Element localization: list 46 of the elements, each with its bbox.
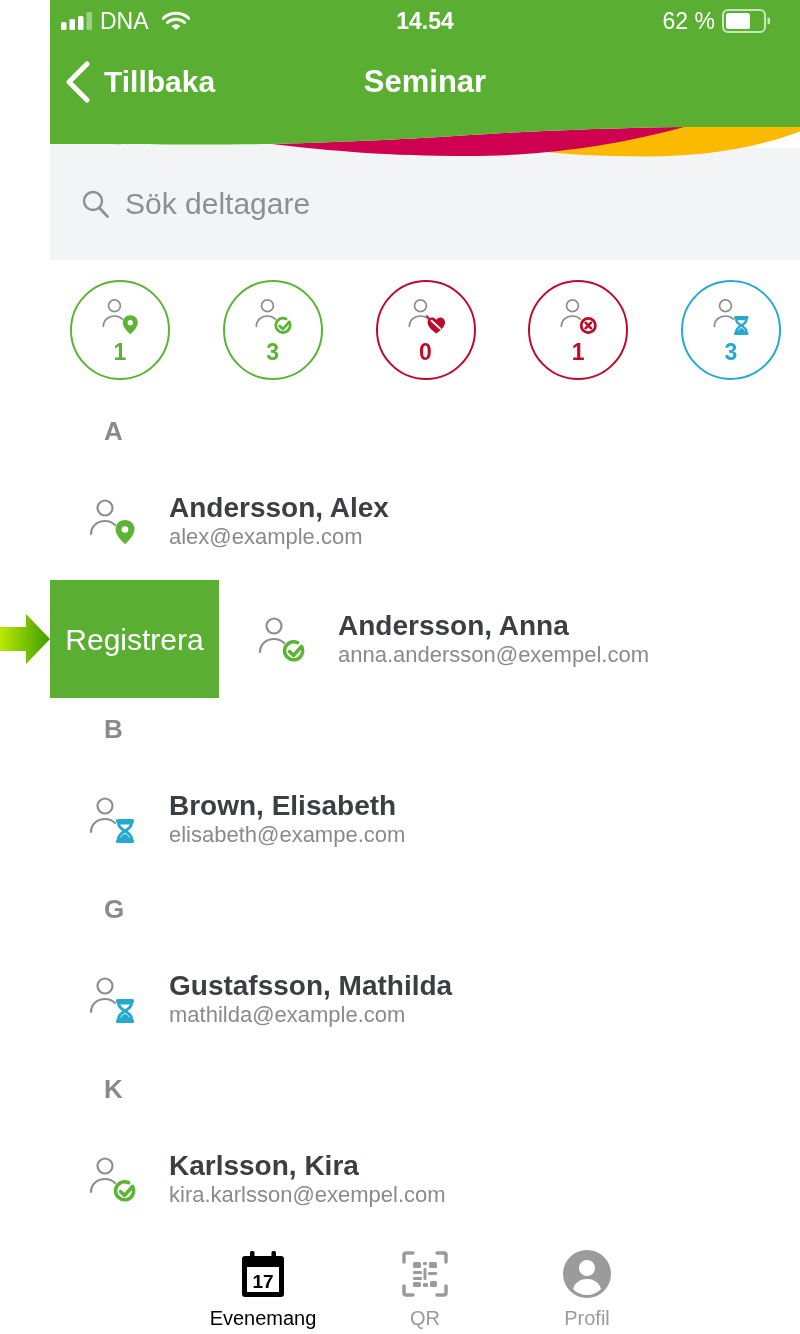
carrier-label: DNA [100, 9, 149, 33]
participant-row[interactable]: Gustafsson, Mathilda mathilda@example.com [50, 940, 800, 1058]
participant-row[interactable]: Registrera Andersson, Anna anna.andersson@exempel.com [50, 580, 800, 698]
person-check-icon [88, 1155, 136, 1203]
filter-button[interactable]: 1 [528, 280, 629, 380]
participant-row[interactable]: Karlsson, Kira kira.karlsson@exempel.com [50, 1120, 800, 1238]
section-letter: K [104, 1074, 123, 1104]
participant-email: elisabeth@exampe.com [169, 821, 406, 849]
participant-row[interactable]: Brown, Elisabeth elisabeth@exampe.com [50, 760, 800, 878]
person-slash-icon [406, 296, 445, 335]
participant-email: mathilda@example.com [169, 1001, 406, 1029]
participant-name: Gustafsson, Mathilda [169, 969, 453, 1002]
participant-name: Andersson, Anna [338, 609, 569, 642]
time-label: 14.54 [396, 9, 454, 33]
person-pin-icon [101, 296, 139, 335]
participant-email: alex@example.com [169, 523, 363, 551]
section-letter: B [104, 714, 123, 744]
battery-icon [722, 9, 770, 33]
person-pin-icon [88, 497, 136, 545]
back-icon [66, 61, 90, 103]
section-letter: G [104, 894, 125, 924]
search-icon [82, 190, 109, 218]
search-field[interactable]: Sök deltagare [50, 158, 800, 260]
nav-tab[interactable]: 17 Evenemang [182, 1238, 344, 1334]
participant-email: anna.andersson@exempel.com [338, 641, 649, 669]
filter-button[interactable]: 0 [375, 280, 476, 380]
section-letter: A [104, 416, 123, 446]
profile-icon [563, 1250, 611, 1298]
person-hourglass-icon [712, 296, 750, 335]
wifi-icon [161, 11, 190, 31]
participant-name: Andersson, Alex [169, 491, 389, 524]
participant-row[interactable]: Andersson, Alex alex@example.com [50, 462, 800, 580]
signal-icon [61, 12, 93, 30]
participant-name: Karlsson, Kira [169, 1149, 359, 1182]
person-cross-icon [559, 296, 598, 335]
person-hourglass-icon [88, 795, 136, 843]
arrow-icon [0, 614, 50, 664]
person-check-icon [257, 615, 305, 663]
battery-percent-label: 62 % [662, 9, 715, 33]
search-input[interactable]: Sök deltagare [125, 186, 800, 222]
person-hourglass-icon [88, 975, 136, 1023]
participant-name: Brown, Elisabeth [169, 789, 397, 822]
participant-email: kira.karlsson@exempel.com [169, 1181, 446, 1209]
qr-code-icon [401, 1250, 449, 1298]
page-title: Seminar [363, 62, 487, 101]
person-check-icon [253, 296, 292, 335]
